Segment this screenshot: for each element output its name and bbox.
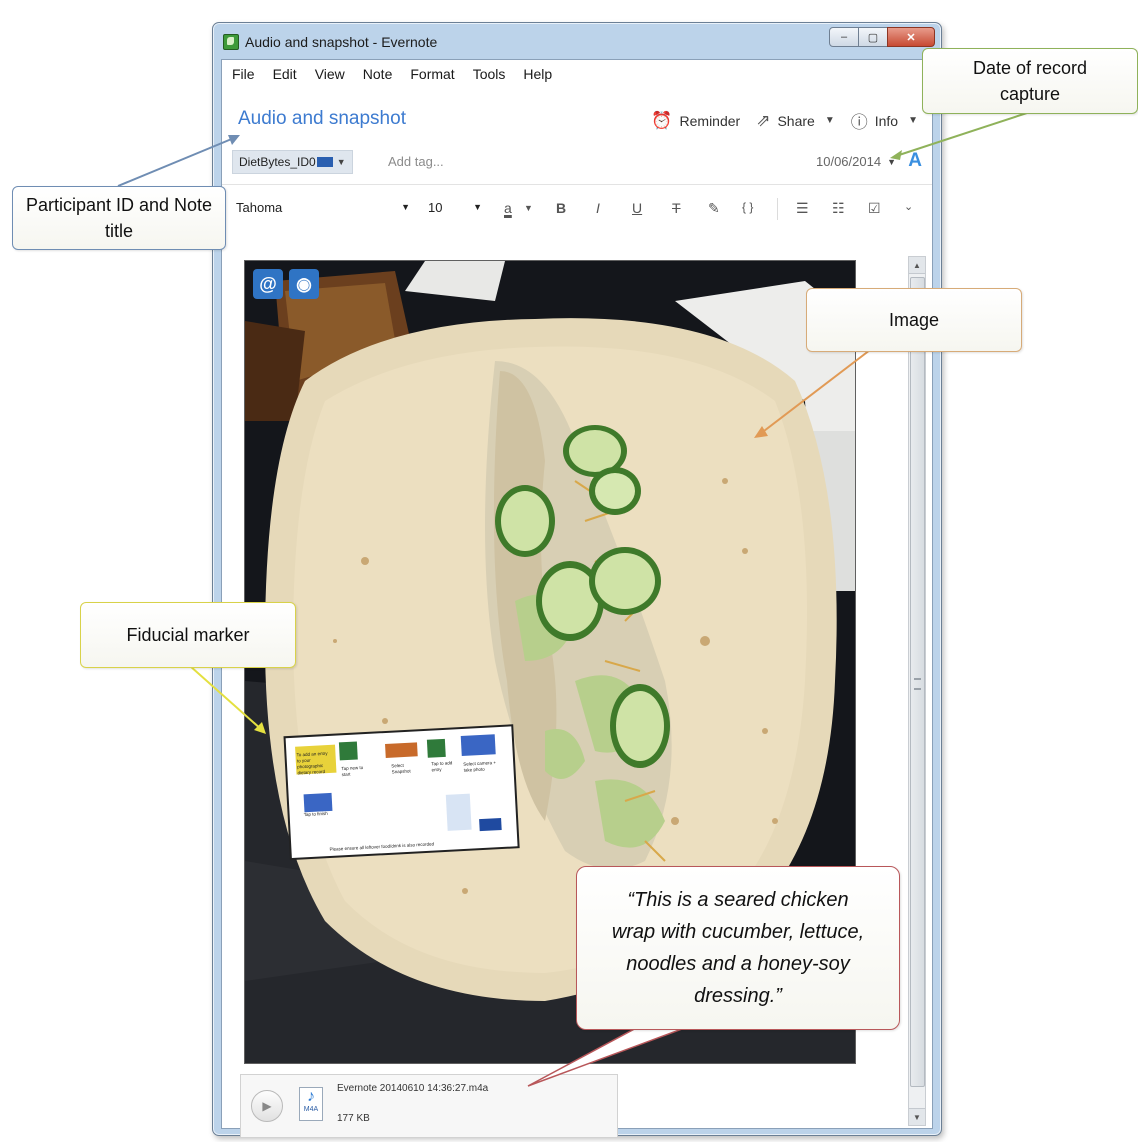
bulleted-list-icon[interactable]: ☰ [796, 200, 809, 217]
callout-image: Image [806, 288, 1022, 352]
window-controls: – ▢ ✕ [829, 27, 935, 47]
underline-button[interactable]: U [632, 200, 642, 216]
callout-audio-quote: “This is a seared chicken wrap with cucu… [576, 866, 900, 1030]
marker-line: Tap to finish [303, 810, 328, 818]
marker-line: Tap new to start [341, 764, 364, 778]
menu-view[interactable]: View [315, 66, 345, 82]
font-size-value: 10 [428, 200, 443, 215]
bold-button[interactable]: B [556, 200, 566, 216]
tag-dropdown-icon: ▼ [336, 157, 346, 167]
menu-edit[interactable]: Edit [273, 66, 297, 82]
font-size-select[interactable]: 10 ▼ [428, 200, 484, 215]
window-title: Audio and snapshot - Evernote [245, 34, 438, 50]
add-tag-input[interactable]: Add tag... [388, 154, 444, 169]
music-note-icon: ♪ [307, 1088, 315, 1105]
more-options-chevron-icon[interactable]: ⌄ [904, 200, 913, 213]
note-actions: ⏰ Reminder ⇗ Share ▼ ⓘ Info ▼ [635, 108, 918, 133]
alarm-clock-icon: ⏰ [651, 110, 673, 130]
tag-redaction [316, 157, 333, 167]
callout-participant-text: Participant ID and Note title [25, 195, 213, 241]
vertical-scrollbar[interactable]: ▲ ▼ [908, 256, 926, 1126]
marker-line: Tap to add entry [431, 760, 453, 773]
menu-bar: File Edit View Note Format Tools Help [222, 60, 932, 88]
attachment-size: 177 KB [337, 1113, 370, 1124]
menu-tools[interactable]: Tools [473, 66, 506, 82]
audio-file-icon: ♪ M4A [299, 1087, 323, 1121]
menu-format[interactable]: Format [410, 66, 454, 82]
scroll-down-icon[interactable]: ▼ [909, 1108, 925, 1125]
note-date[interactable]: 10/06/2014 ▼ [816, 154, 896, 169]
italic-button[interactable]: I [596, 200, 600, 216]
note-title[interactable]: Audio and snapshot [238, 108, 406, 130]
maximize-button[interactable]: ▢ [858, 27, 888, 47]
share-icon: ⇗ [756, 110, 771, 130]
numbered-list-icon[interactable]: ☷ [832, 200, 845, 217]
reminder-button[interactable]: ⏰ Reminder [651, 111, 740, 131]
attachment-filename: Evernote 20140610 14:36:27.m4a [337, 1083, 489, 1094]
note-date-value: 10/06/2014 [816, 154, 882, 169]
strikethrough-button[interactable]: T [672, 200, 681, 216]
evernote-app-icon [223, 34, 239, 50]
code-block-button[interactable]: { } [742, 200, 753, 214]
checkbox-icon[interactable]: ☑ [868, 200, 881, 217]
date-dropdown-icon: ▼ [887, 156, 896, 167]
font-a-icon[interactable]: A [908, 150, 922, 172]
toolbar-divider [777, 198, 778, 220]
marker-line: Select Snapshot [391, 762, 411, 775]
info-icon: ⓘ [850, 113, 868, 132]
highlight-button[interactable]: ✎ [708, 200, 720, 217]
audio-attachment[interactable]: ▶ ♪ M4A Evernote 20140610 14:36:27.m4a 1… [240, 1074, 618, 1138]
marker-line: To add an entry to your photographic die… [296, 750, 328, 776]
callout-fiducial-text: Fiducial marker [126, 625, 250, 645]
info-label: Info [874, 112, 899, 129]
share-button[interactable]: ⇗ Share ▼ [756, 111, 835, 131]
play-icon[interactable]: ▶ [251, 1090, 283, 1122]
callout-participant-id: Participant ID and Note title [12, 186, 226, 250]
formatting-toolbar: Tahoma ▼ 10 ▼ a ▼ B I U T ✎ { } ☰ ☷ ☑ ⌄ [222, 188, 932, 228]
scroll-thumb[interactable] [910, 277, 925, 1087]
reminder-label: Reminder [679, 112, 741, 129]
marker-line: Select camera + take photo [463, 759, 497, 773]
overflow-chevron-icon: ▼ [908, 115, 918, 126]
annotate-icon[interactable]: @ [253, 269, 283, 299]
grip-icon [914, 678, 921, 690]
callout-fiducial-marker: Fiducial marker [80, 602, 296, 668]
menu-note[interactable]: Note [363, 66, 393, 82]
title-bar[interactable]: Audio and snapshot - Evernote – ▢ ✕ [213, 23, 941, 59]
text-color-dropdown-icon[interactable]: ▼ [524, 203, 533, 213]
chevron-down-icon: ▼ [473, 202, 482, 212]
callout-image-text: Image [888, 310, 940, 330]
participant-tag-label: DietBytes_ID0 [239, 155, 316, 169]
callout-date-text: Date of record capture [972, 58, 1088, 104]
close-button[interactable]: ✕ [887, 27, 935, 47]
file-type-label: M4A [303, 1106, 319, 1113]
chevron-down-icon: ▼ [824, 115, 835, 126]
chevron-down-icon: ▼ [401, 202, 410, 212]
scroll-up-icon[interactable]: ▲ [909, 257, 925, 274]
font-family-select[interactable]: Tahoma ▼ [236, 200, 412, 215]
callout-date-capture: Date of record capture [922, 48, 1138, 114]
text-color-icon[interactable]: a [504, 200, 512, 216]
minimize-button[interactable]: – [829, 27, 859, 47]
eye-icon[interactable]: ◉ [289, 269, 319, 299]
menu-help[interactable]: Help [523, 66, 552, 82]
fiducial-marker-text: To add an entry to your photographic die… [294, 738, 507, 859]
callout-quote-text: “This is a seared chicken wrap with cucu… [611, 889, 865, 1007]
info-button[interactable]: ⓘ Info ▼ [851, 108, 918, 133]
menu-file[interactable]: File [232, 66, 255, 82]
divider [222, 184, 932, 185]
font-family-value: Tahoma [236, 200, 283, 215]
share-label: Share [777, 112, 815, 129]
participant-tag[interactable]: DietBytes_ID0 ▼ [232, 150, 353, 174]
